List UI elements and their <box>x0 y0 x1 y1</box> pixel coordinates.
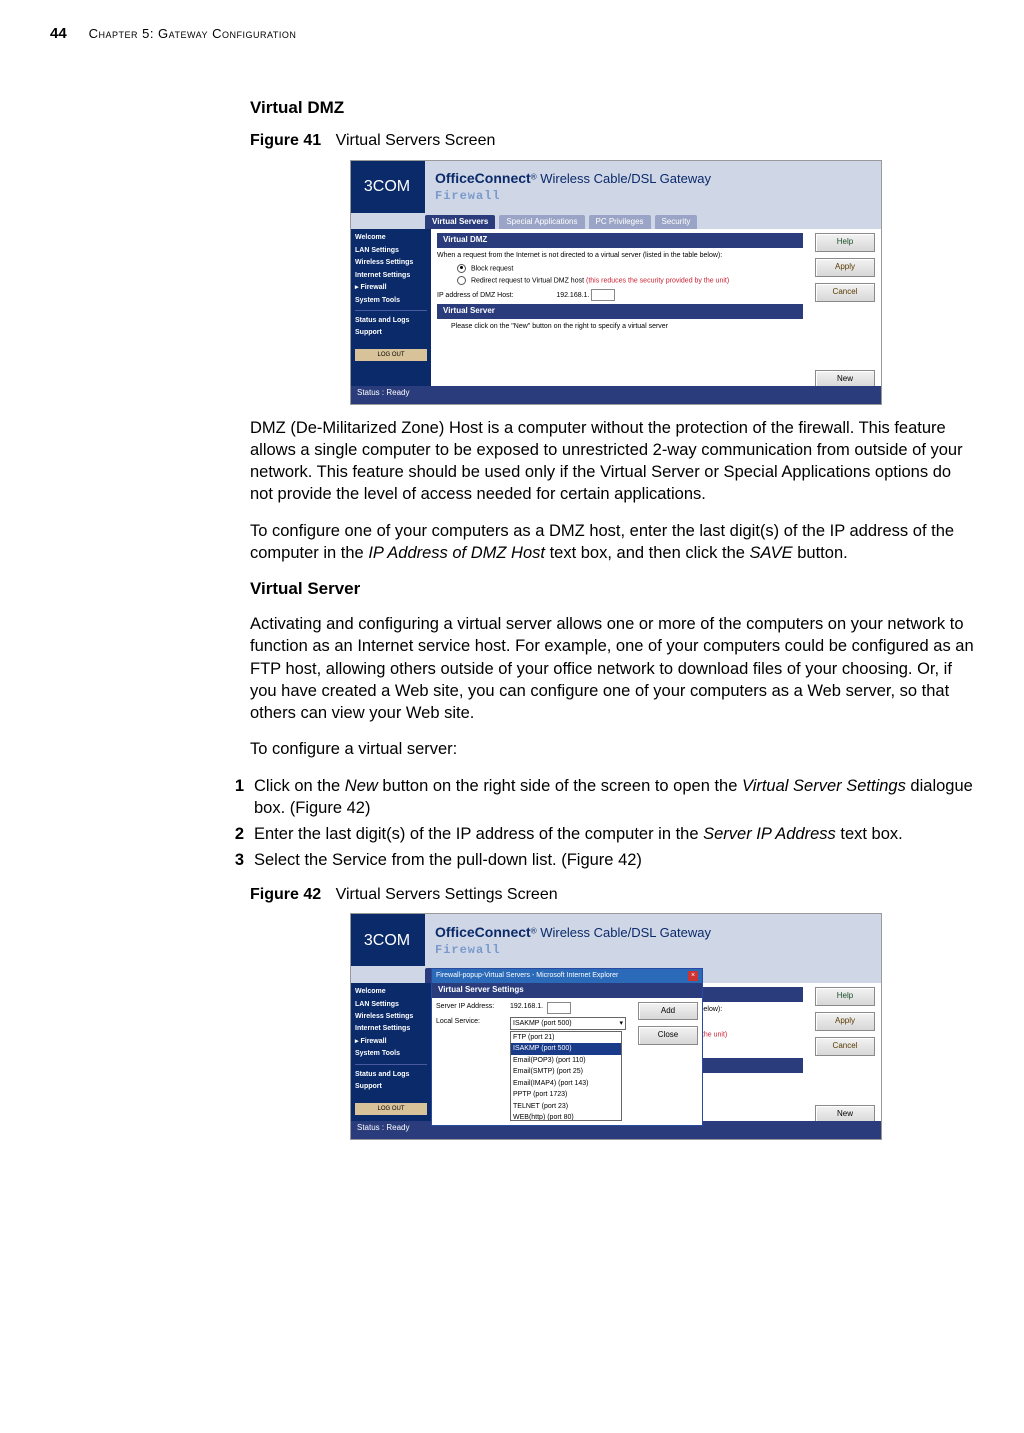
local-service-options[interactable]: FTP (port 21) ISAKMP (port 500) Email(PO… <box>510 1031 622 1121</box>
sidebar-item-support[interactable]: Support <box>355 328 427 337</box>
product-suffix: Wireless Cable/DSL Gateway <box>537 171 711 186</box>
tab-pc-privileges[interactable]: PC Privileges <box>589 215 651 230</box>
sidebar-item-firewall[interactable]: Firewall <box>355 283 427 292</box>
sidebar-item-internet[interactable]: Internet Settings <box>355 271 427 280</box>
dmz-ip-input[interactable] <box>591 289 615 301</box>
sidebar-item-support-2[interactable]: Support <box>355 1082 427 1091</box>
sidebar-item-welcome[interactable]: Welcome <box>355 233 427 242</box>
figure-42-caption: Figure 42 Virtual Servers Settings Scree… <box>250 884 974 906</box>
ip-prefix: 192.168.1. <box>556 292 589 299</box>
popup-titlebar: Firewall-popup-Virtual Servers - Microso… <box>432 969 702 982</box>
ip-label: IP address of DMZ Host: <box>437 292 514 299</box>
help-button[interactable]: Help <box>815 233 875 252</box>
option-telnet[interactable]: TELNET (port 23) <box>511 1101 621 1112</box>
sidebar-divider <box>355 310 427 311</box>
option-pptp[interactable]: PPTP (port 1723) <box>511 1089 621 1100</box>
server-ip-prefix: 192.168.1. <box>510 1002 543 1014</box>
redirect-warning: (this reduces the security provided by t… <box>586 278 729 285</box>
popup-window-title: Firewall-popup-Virtual Servers - Microso… <box>436 971 618 980</box>
sidebar-item-system-tools-2[interactable]: System Tools <box>355 1049 427 1058</box>
module-label: Firewall <box>435 188 881 204</box>
figure-42-screenshot: 3COM OfficeConnect® Wireless Cable/DSL G… <box>350 913 882 1140</box>
sidebar-item-welcome-2[interactable]: Welcome <box>355 987 427 996</box>
vs-note: Please click on the "New" button on the … <box>437 322 803 331</box>
chapter-title: Chapter 5: Gateway Configuration <box>89 26 297 41</box>
chevron-down-icon: ▾ <box>619 1019 623 1028</box>
figure-title-42: Virtual Servers Settings Screen <box>336 886 558 903</box>
sidebar-item-status-2[interactable]: Status and Logs <box>355 1070 427 1079</box>
radio-block-label: Block request <box>471 265 513 272</box>
logout-button[interactable]: LOG OUT <box>355 349 427 361</box>
tab-bar: Virtual Servers Special Applications PC … <box>351 213 881 230</box>
figure-label: Figure 41 <box>250 132 321 149</box>
work-area: Virtual DMZ When a request from the Inte… <box>431 229 809 392</box>
cancel-button-2[interactable]: Cancel <box>815 1037 875 1056</box>
figure-title: Virtual Servers Screen <box>336 132 496 149</box>
panel-virtual-server: Virtual Server <box>437 304 803 319</box>
status-bar: Status : Ready <box>351 386 881 404</box>
step-2: 2 Enter the last digit(s) of the IP addr… <box>222 823 974 845</box>
apply-button[interactable]: Apply <box>815 258 875 277</box>
virtual-server-settings-popup: Firewall-popup-Virtual Servers - Microso… <box>431 968 703 1126</box>
select-value: ISAKMP (port 500) <box>513 1019 572 1028</box>
option-imap4[interactable]: Email(IMAP4) (port 143) <box>511 1078 621 1089</box>
option-ftp[interactable]: FTP (port 21) <box>511 1032 621 1043</box>
sidebar-item-system-tools[interactable]: System Tools <box>355 296 427 305</box>
steps-list: 1 Click on the New button on the right s… <box>222 775 974 872</box>
figure-41-caption: Figure 41 Virtual Servers Screen <box>250 130 974 152</box>
apply-button-2[interactable]: Apply <box>815 1012 875 1031</box>
page-number: 44 <box>50 25 67 42</box>
tab-special-applications[interactable]: Special Applications <box>499 215 584 230</box>
help-button-2[interactable]: Help <box>815 987 875 1006</box>
dmz-note: When a request from the Internet is not … <box>437 251 803 260</box>
option-isakmp[interactable]: ISAKMP (port 500) <box>511 1043 621 1054</box>
close-button[interactable]: Close <box>638 1026 698 1045</box>
server-ip-input[interactable] <box>547 1002 571 1014</box>
popup-heading: Virtual Server Settings <box>432 983 702 998</box>
option-http[interactable]: WEB(http) (port 80) <box>511 1112 621 1121</box>
server-ip-label: Server IP Address: <box>436 1002 506 1014</box>
radio-redirect[interactable] <box>457 276 466 285</box>
option-pop3[interactable]: Email(POP3) (port 110) <box>511 1055 621 1066</box>
step-3: 3 Select the Service from the pull-down … <box>222 849 974 871</box>
tab-virtual-servers[interactable]: Virtual Servers <box>425 215 495 230</box>
section-title-virtual-dmz: Virtual DMZ <box>250 97 974 120</box>
option-smtp[interactable]: Email(SMTP) (port 25) <box>511 1066 621 1077</box>
brand-logo: 3COM <box>351 161 425 213</box>
radio-redirect-label: Redirect request to Virtual DMZ host <box>471 278 586 285</box>
add-button[interactable]: Add <box>638 1002 698 1021</box>
sidebar-nav-2: Welcome LAN Settings Wireless Settings I… <box>351 983 431 1128</box>
action-buttons: Help Apply Cancel New <box>809 229 881 392</box>
vs-description: Activating and configuring a virtual ser… <box>250 613 974 724</box>
dmz-description: DMZ (De-Militarized Zone) Host is a comp… <box>250 417 974 506</box>
local-service-label: Local Service: <box>436 1017 506 1121</box>
sidebar-item-internet-2[interactable]: Internet Settings <box>355 1024 427 1033</box>
panel-virtual-dmz: Virtual DMZ <box>437 233 803 248</box>
dmz-config-instructions: To configure one of your computers as a … <box>250 520 974 565</box>
logout-button-2[interactable]: LOG OUT <box>355 1103 427 1115</box>
sidebar-item-lan[interactable]: LAN Settings <box>355 246 427 255</box>
product-title-bar: OfficeConnect® Wireless Cable/DSL Gatewa… <box>425 161 881 213</box>
brand-logo-2: 3COM <box>351 914 425 966</box>
vs-config-lead: To configure a virtual server: <box>250 738 974 760</box>
radio-block[interactable] <box>457 264 466 273</box>
running-header: 44 Chapter 5: Gateway Configuration <box>50 25 984 42</box>
tab-security[interactable]: Security <box>655 215 698 230</box>
cancel-button[interactable]: Cancel <box>815 283 875 302</box>
sidebar-item-firewall-2[interactable]: Firewall <box>355 1037 427 1046</box>
figure-41-screenshot: 3COM OfficeConnect® Wireless Cable/DSL G… <box>350 160 882 405</box>
sidebar-nav: Welcome LAN Settings Wireless Settings I… <box>351 229 431 392</box>
sidebar-item-wireless[interactable]: Wireless Settings <box>355 258 427 267</box>
product-name: OfficeConnect <box>435 170 531 186</box>
sidebar-item-status[interactable]: Status and Logs <box>355 316 427 325</box>
action-buttons-2: Help Apply Cancel New <box>809 983 881 1128</box>
local-service-select[interactable]: ISAKMP (port 500) ▾ <box>510 1017 626 1030</box>
product-title-bar-2: OfficeConnect® Wireless Cable/DSL Gatewa… <box>425 914 881 966</box>
close-icon[interactable]: × <box>688 971 698 980</box>
sidebar-item-lan-2[interactable]: LAN Settings <box>355 1000 427 1009</box>
section-title-virtual-server: Virtual Server <box>250 578 974 601</box>
figure-label-42: Figure 42 <box>250 886 321 903</box>
step-1: 1 Click on the New button on the right s… <box>222 775 974 820</box>
sidebar-item-wireless-2[interactable]: Wireless Settings <box>355 1012 427 1021</box>
